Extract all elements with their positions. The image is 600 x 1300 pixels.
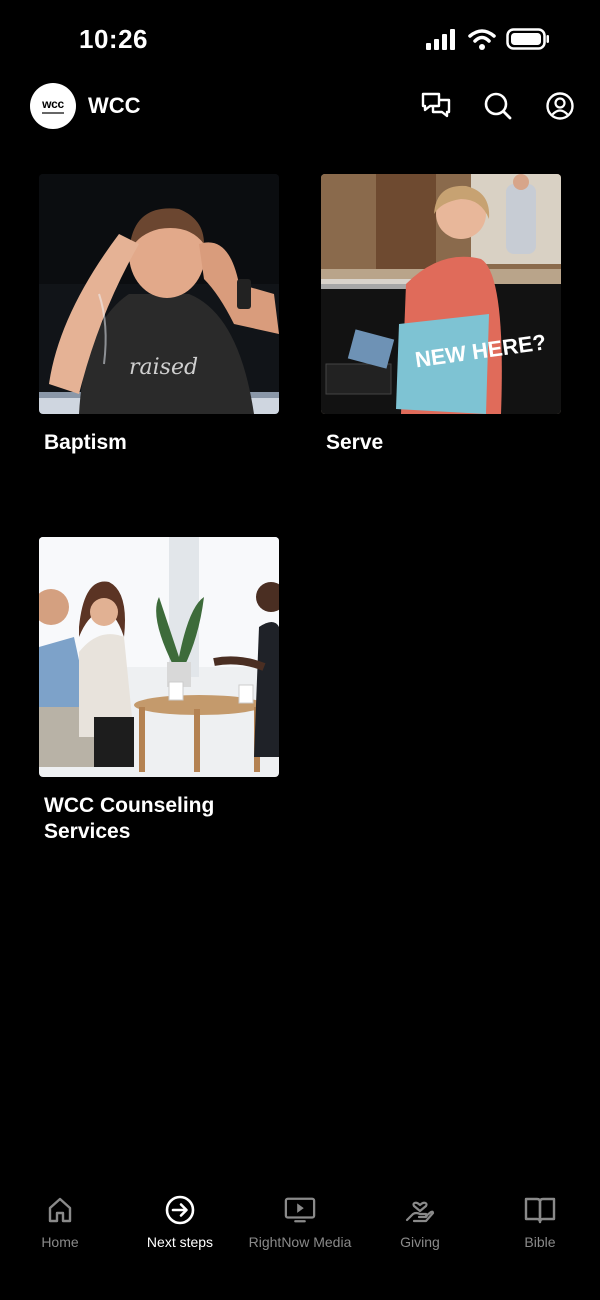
- status-bar: 10:26: [0, 0, 600, 80]
- card-title: Serve: [326, 431, 384, 454]
- card-serve[interactable]: NEW HERE? Serve: [321, 174, 561, 456]
- card-title: WCC Counseling Services: [44, 794, 215, 843]
- app-title: WCC: [88, 93, 141, 118]
- hand-heart-icon: [404, 1194, 436, 1226]
- card-counseling[interactable]: WCC Counseling Services: [39, 537, 279, 845]
- tv-play-icon: [284, 1194, 316, 1226]
- tab-label: Home: [41, 1234, 79, 1250]
- home-icon: [44, 1194, 76, 1226]
- tab-label: Giving: [400, 1234, 440, 1250]
- tab-giving[interactable]: Giving: [360, 1180, 480, 1300]
- arrow-circle-icon: [164, 1194, 196, 1226]
- profile-icon[interactable]: [544, 90, 576, 122]
- wifi-icon: [468, 29, 496, 50]
- tab-label: Next steps: [146, 1234, 214, 1250]
- tab-bible[interactable]: Bible: [480, 1180, 600, 1300]
- tab-home[interactable]: Home: [0, 1180, 120, 1300]
- logo-underline: [42, 112, 64, 114]
- book-icon: [524, 1194, 556, 1226]
- app-header: wcc WCC: [0, 80, 600, 132]
- bottom-tab-bar: Home Next steps RightNow Media Giving Bi…: [0, 1180, 600, 1300]
- shirt-text: raised: [129, 355, 198, 380]
- tab-label: Bible: [524, 1234, 556, 1250]
- wcc-logo[interactable]: wcc: [30, 83, 76, 129]
- logo-text: wcc: [42, 97, 64, 111]
- header-actions: [420, 90, 576, 122]
- baptism-image: raised: [39, 174, 279, 414]
- tab-label: RightNow Media: [248, 1234, 352, 1250]
- battery-icon: [506, 28, 549, 50]
- status-icons: [426, 28, 550, 50]
- messages-icon[interactable]: [420, 90, 452, 122]
- serve-image: NEW HERE?: [321, 174, 561, 414]
- tab-next-steps[interactable]: Next steps: [120, 1180, 240, 1300]
- counseling-image: [39, 537, 279, 777]
- status-time: 10:26: [79, 24, 148, 54]
- card-baptism[interactable]: raised Baptism: [39, 174, 279, 456]
- search-icon[interactable]: [482, 90, 514, 122]
- tab-rightnow-media[interactable]: RightNow Media: [240, 1180, 360, 1300]
- signal-icon: [426, 29, 455, 50]
- card-title: Baptism: [44, 431, 127, 454]
